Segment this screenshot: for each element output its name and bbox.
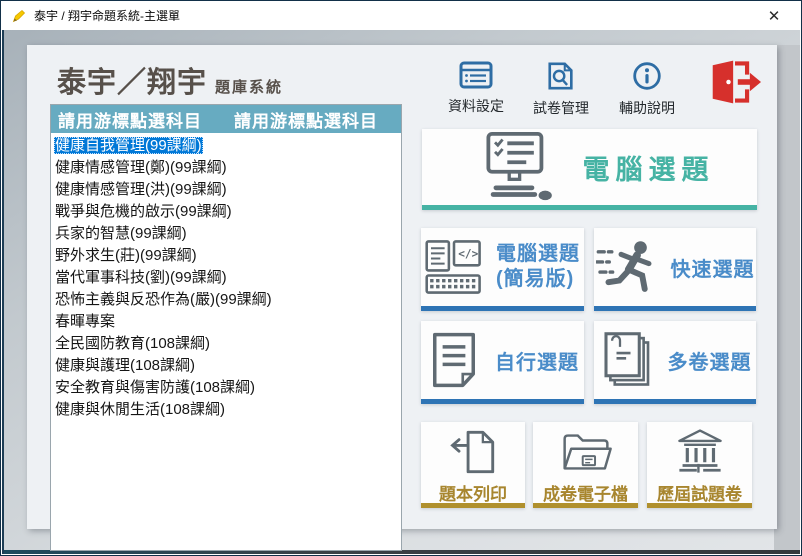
page-export-icon <box>444 429 502 475</box>
computer-checklist-icon <box>465 131 561 203</box>
list-item[interactable]: 安全教育與傷害防護(108課綱) <box>51 377 401 399</box>
list-item[interactable]: 恐怖主義與反恐作為(嚴)(99課綱) <box>51 289 401 311</box>
app-window: 泰宇 / 翔宇命題系統-主選單 ✕ 泰宇／翔宇題庫系統 <box>0 0 802 556</box>
button-label: 成卷電子檔 <box>543 480 628 505</box>
button-label: 電腦選題 <box>583 148 715 187</box>
exit-button[interactable] <box>709 57 761 109</box>
exit-door-icon <box>709 57 761 107</box>
svg-text:</>: </> <box>458 248 478 261</box>
button-label: 電腦選題 (簡易版) <box>496 242 580 292</box>
quick-select-button[interactable]: 快速選題 <box>594 228 756 311</box>
folder-icon <box>556 429 616 475</box>
list-item[interactable]: 全民國防教育(108課綱) <box>51 333 401 355</box>
brand-subtitle: 題庫系統 <box>215 79 283 96</box>
toolbar-item-exam-management[interactable]: 試卷管理 <box>521 61 601 118</box>
subject-listbox[interactable]: 健康自我管理(99課綱) 健康情感管理(鄭)(99課綱) 健康情感管理(洪)(9… <box>51 133 401 421</box>
list-item[interactable]: 當代軍事科技(劉)(99課綱) <box>51 267 401 289</box>
button-label: 題本列印 <box>439 480 507 505</box>
title-bar: 泰宇 / 翔宇命題系統-主選單 ✕ <box>1 1 801 30</box>
subject-list-header-left: 請用游標點選科目 <box>58 107 202 132</box>
list-item[interactable]: 健康與護理(108課綱) <box>51 355 401 377</box>
list-item[interactable]: 健康與休閒生活(108課綱) <box>51 399 401 421</box>
button-label: 歷屆試題卷 <box>657 480 742 505</box>
button-label: 快速選題 <box>671 253 755 282</box>
computer-select-simple-button[interactable]: </> 電腦選題 (簡易版) <box>421 228 584 311</box>
toolbar-label: 輔助說明 <box>619 98 675 118</box>
list-item[interactable]: 健康情感管理(洪)(99課綱) <box>51 179 401 201</box>
toolbar-item-data-settings[interactable]: 資料設定 <box>436 61 516 116</box>
list-item[interactable]: 兵家的智慧(99課綱) <box>51 223 401 245</box>
keyboard-code-icon: </> <box>425 239 483 295</box>
multi-paper-select-button[interactable]: 多卷選題 <box>594 321 756 404</box>
list-item[interactable]: 健康情感管理(鄭)(99課綱) <box>51 157 401 179</box>
button-label: 多卷選題 <box>668 346 752 375</box>
help-icon <box>632 61 662 91</box>
toolbar-label: 資料設定 <box>448 96 504 116</box>
main-panel: 泰宇／翔宇題庫系統 資料設定 <box>27 45 777 529</box>
history-papers-button[interactable]: 歷屆試題卷 <box>647 422 752 508</box>
brand-name: 泰宇／翔宇 <box>57 67 207 99</box>
efile-folder-button[interactable]: 成卷電子檔 <box>533 422 638 508</box>
stacked-papers-icon <box>599 332 655 388</box>
self-select-button[interactable]: 自行選題 <box>421 321 584 404</box>
list-item[interactable]: 野外求生(莊)(99課綱) <box>51 245 401 267</box>
list-item[interactable]: 健康自我管理(99課綱) <box>51 135 401 157</box>
data-settings-icon <box>459 61 493 89</box>
close-icon[interactable]: ✕ <box>757 1 791 30</box>
running-person-icon <box>596 240 658 294</box>
subject-list: 請用游標點選科目 請用游標點選科目 健康自我管理(99課綱) 健康情感管理(鄭)… <box>50 104 402 551</box>
subject-list-header-right: 請用游標點選科目 <box>234 107 378 132</box>
toolbar-item-help[interactable]: 輔助說明 <box>607 61 687 118</box>
list-item[interactable]: 春暉專案 <box>51 311 401 333</box>
app-pen-icon <box>11 8 27 24</box>
exam-management-icon <box>546 61 576 91</box>
button-label: 自行選題 <box>495 346 579 375</box>
right-edge-strip <box>774 45 800 554</box>
archive-building-icon <box>673 429 727 475</box>
print-book-button[interactable]: 題本列印 <box>421 422 525 508</box>
list-item[interactable]: 戰爭與危機的啟示(99課綱) <box>51 201 401 223</box>
subject-list-header: 請用游標點選科目 請用游標點選科目 <box>51 105 401 133</box>
window-title: 泰宇 / 翔宇命題系統-主選單 <box>34 7 180 24</box>
toolbar-label: 試卷管理 <box>533 98 589 118</box>
brand-header: 泰宇／翔宇題庫系統 <box>57 59 283 101</box>
computer-select-button[interactable]: 電腦選題 <box>422 129 757 210</box>
document-lines-icon <box>426 332 482 388</box>
client-area: 泰宇／翔宇題庫系統 資料設定 <box>2 30 800 554</box>
